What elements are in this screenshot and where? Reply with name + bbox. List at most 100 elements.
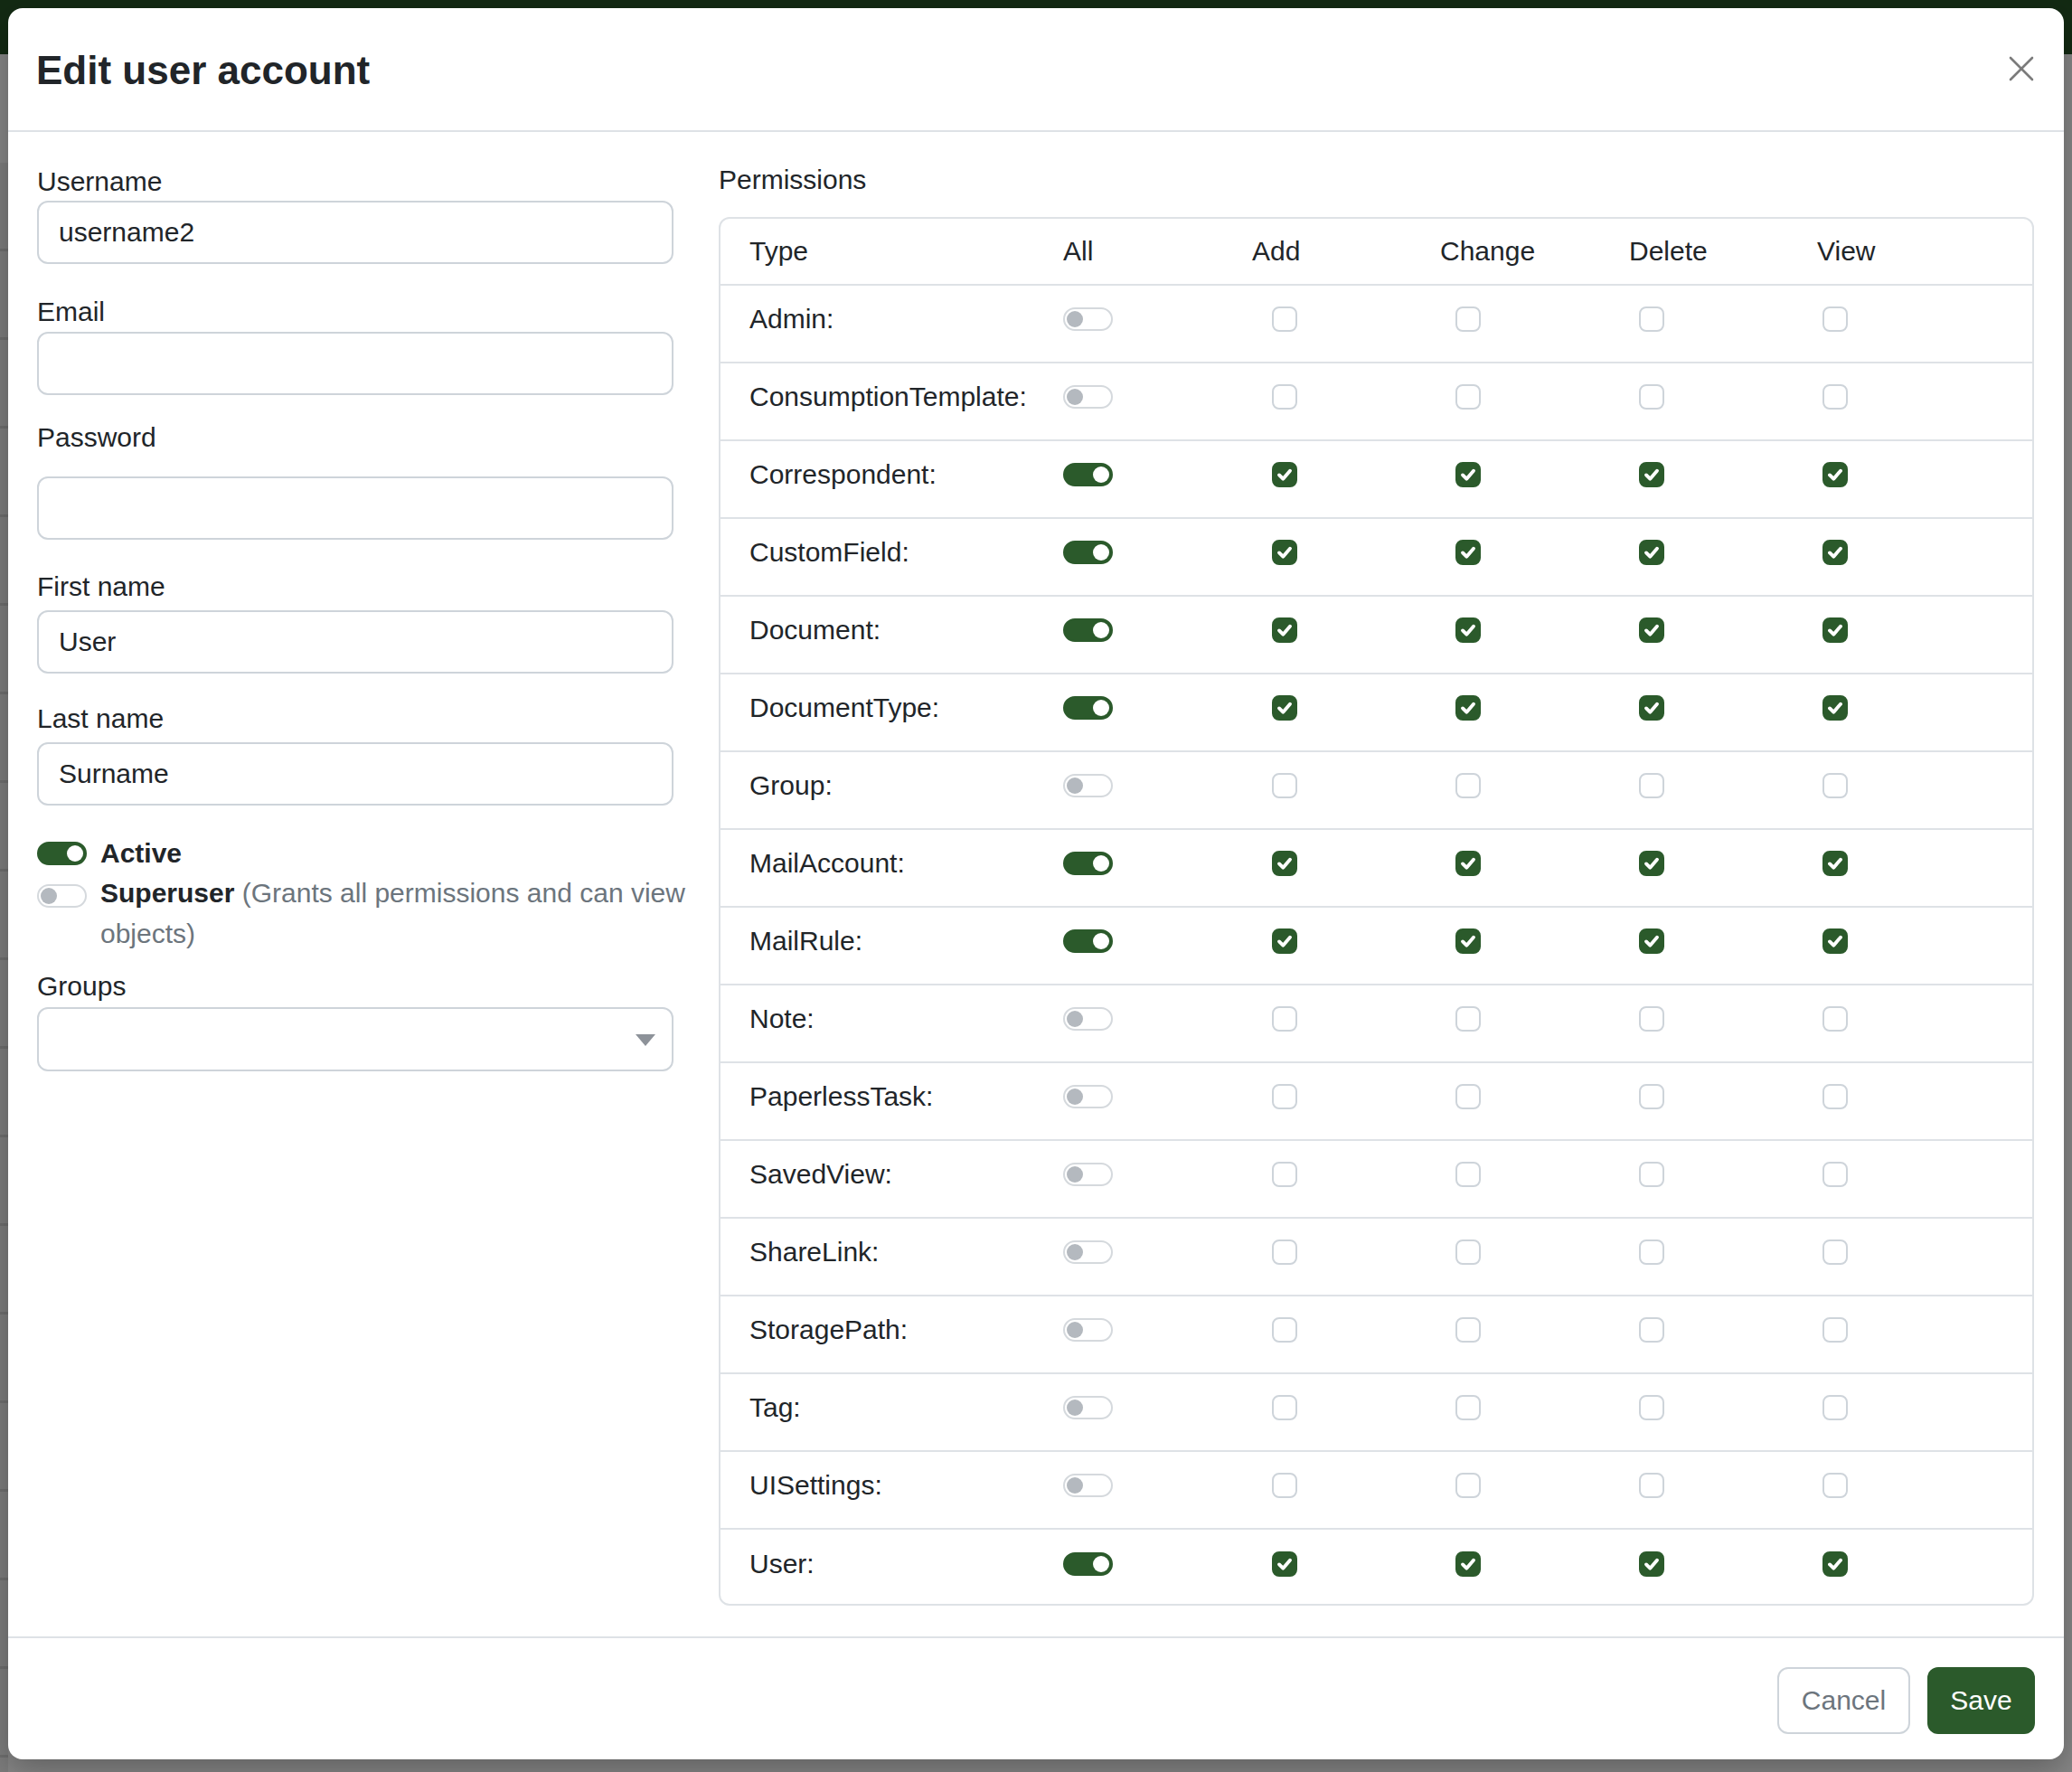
active-toggle[interactable] — [37, 842, 87, 865]
permission-correspondent-change-checkbox[interactable] — [1455, 462, 1481, 487]
permission-admin-change-checkbox[interactable] — [1455, 306, 1481, 332]
permission-mailaccount-change-checkbox[interactable] — [1455, 851, 1481, 876]
permission-documenttype-add-checkbox[interactable] — [1272, 695, 1297, 721]
permission-tag-view-checkbox[interactable] — [1822, 1395, 1848, 1420]
permission-tag-add-checkbox[interactable] — [1272, 1395, 1297, 1420]
permission-paperlesstask-view-checkbox[interactable] — [1822, 1084, 1848, 1109]
permission-user-change-checkbox[interactable] — [1455, 1551, 1481, 1577]
permission-storagepath-view-checkbox[interactable] — [1822, 1317, 1848, 1343]
permission-admin-delete-checkbox[interactable] — [1639, 306, 1664, 332]
permission-consumptiontemplate-delete-checkbox[interactable] — [1639, 384, 1664, 410]
permission-tag-all-toggle[interactable] — [1063, 1396, 1113, 1419]
first-name-input[interactable] — [37, 610, 673, 674]
permission-savedview-all-toggle[interactable] — [1063, 1163, 1113, 1186]
permission-mailaccount-add-checkbox[interactable] — [1272, 851, 1297, 876]
permission-sharelink-delete-checkbox[interactable] — [1639, 1239, 1664, 1265]
permission-group-change-checkbox[interactable] — [1455, 773, 1481, 798]
permission-uisettings-all-toggle[interactable] — [1063, 1474, 1113, 1497]
permission-note-add-checkbox[interactable] — [1272, 1006, 1297, 1032]
save-button[interactable]: Save — [1927, 1667, 2035, 1734]
permission-mailrule-add-checkbox[interactable] — [1272, 928, 1297, 954]
permission-note-change-checkbox[interactable] — [1455, 1006, 1481, 1032]
permission-type-label: StoragePath: — [720, 1315, 1031, 1345]
permission-uisettings-delete-checkbox[interactable] — [1639, 1473, 1664, 1498]
permission-storagepath-add-checkbox[interactable] — [1272, 1317, 1297, 1343]
permission-correspondent-add-checkbox[interactable] — [1272, 462, 1297, 487]
permission-document-all-toggle[interactable] — [1063, 618, 1113, 642]
permission-storagepath-change-checkbox[interactable] — [1455, 1317, 1481, 1343]
permission-customfield-view-checkbox[interactable] — [1822, 540, 1848, 565]
groups-select[interactable] — [37, 1007, 673, 1071]
permission-storagepath-all-toggle[interactable] — [1063, 1318, 1113, 1342]
permission-uisettings-add-checkbox[interactable] — [1272, 1473, 1297, 1498]
permission-mailaccount-delete-checkbox[interactable] — [1639, 851, 1664, 876]
permission-document-add-checkbox[interactable] — [1272, 617, 1297, 643]
permission-paperlesstask-add-checkbox[interactable] — [1272, 1084, 1297, 1109]
permission-note-delete-checkbox[interactable] — [1639, 1006, 1664, 1032]
permission-consumptiontemplate-add-checkbox[interactable] — [1272, 384, 1297, 410]
permission-correspondent-all-toggle[interactable] — [1063, 463, 1113, 486]
username-input[interactable] — [37, 201, 673, 264]
permission-customfield-all-toggle[interactable] — [1063, 541, 1113, 564]
permission-group-delete-checkbox[interactable] — [1639, 773, 1664, 798]
permission-storagepath-delete-checkbox[interactable] — [1639, 1317, 1664, 1343]
permission-uisettings-change-checkbox[interactable] — [1455, 1473, 1481, 1498]
permission-documenttype-delete-checkbox[interactable] — [1639, 695, 1664, 721]
permission-admin-all-toggle[interactable] — [1063, 307, 1113, 331]
last-name-label: Last name — [37, 703, 164, 734]
permission-uisettings-view-checkbox[interactable] — [1822, 1473, 1848, 1498]
permission-admin-view-checkbox[interactable] — [1822, 306, 1848, 332]
permission-mailrule-all-toggle[interactable] — [1063, 929, 1113, 953]
permission-tag-change-checkbox[interactable] — [1455, 1395, 1481, 1420]
permission-correspondent-delete-checkbox[interactable] — [1639, 462, 1664, 487]
permission-user-delete-checkbox[interactable] — [1639, 1551, 1664, 1577]
permission-documenttype-change-checkbox[interactable] — [1455, 695, 1481, 721]
permission-savedview-view-checkbox[interactable] — [1822, 1162, 1848, 1187]
permission-savedview-add-checkbox[interactable] — [1272, 1162, 1297, 1187]
permission-user-add-checkbox[interactable] — [1272, 1551, 1297, 1577]
cancel-button[interactable]: Cancel — [1777, 1667, 1910, 1734]
permission-document-delete-checkbox[interactable] — [1639, 617, 1664, 643]
permission-document-change-checkbox[interactable] — [1455, 617, 1481, 643]
permission-mailrule-delete-checkbox[interactable] — [1639, 928, 1664, 954]
permission-mailrule-view-checkbox[interactable] — [1822, 928, 1848, 954]
permission-customfield-add-checkbox[interactable] — [1272, 540, 1297, 565]
permission-sharelink-view-checkbox[interactable] — [1822, 1239, 1848, 1265]
permission-savedview-delete-checkbox[interactable] — [1639, 1162, 1664, 1187]
permission-paperlesstask-all-toggle[interactable] — [1063, 1085, 1113, 1108]
permission-customfield-delete-checkbox[interactable] — [1639, 540, 1664, 565]
permission-admin-add-checkbox[interactable] — [1272, 306, 1297, 332]
close-icon[interactable] — [2008, 55, 2035, 82]
email-input[interactable] — [37, 332, 673, 395]
permission-document-view-checkbox[interactable] — [1822, 617, 1848, 643]
permission-paperlesstask-delete-checkbox[interactable] — [1639, 1084, 1664, 1109]
superuser-toggle[interactable] — [37, 884, 87, 908]
password-input[interactable] — [37, 476, 673, 540]
permission-mailrule-change-checkbox[interactable] — [1455, 928, 1481, 954]
permission-mailaccount-view-checkbox[interactable] — [1822, 851, 1848, 876]
permission-group-add-checkbox[interactable] — [1272, 773, 1297, 798]
permission-group-all-toggle[interactable] — [1063, 774, 1113, 797]
permission-documenttype-view-checkbox[interactable] — [1822, 695, 1848, 721]
permission-user-view-checkbox[interactable] — [1822, 1551, 1848, 1577]
permission-group-view-checkbox[interactable] — [1822, 773, 1848, 798]
permission-paperlesstask-change-checkbox[interactable] — [1455, 1084, 1481, 1109]
permission-sharelink-add-checkbox[interactable] — [1272, 1239, 1297, 1265]
permission-consumptiontemplate-view-checkbox[interactable] — [1822, 384, 1848, 410]
permission-sharelink-all-toggle[interactable] — [1063, 1240, 1113, 1264]
permission-savedview-change-checkbox[interactable] — [1455, 1162, 1481, 1187]
permission-tag-delete-checkbox[interactable] — [1639, 1395, 1664, 1420]
permission-mailaccount-all-toggle[interactable] — [1063, 852, 1113, 875]
permission-consumptiontemplate-all-toggle[interactable] — [1063, 385, 1113, 409]
check-icon — [1824, 695, 1846, 721]
permission-user-all-toggle[interactable] — [1063, 1552, 1113, 1576]
permission-note-all-toggle[interactable] — [1063, 1007, 1113, 1031]
toggle-knob — [1067, 1166, 1083, 1183]
permission-consumptiontemplate-change-checkbox[interactable] — [1455, 384, 1481, 410]
permission-sharelink-change-checkbox[interactable] — [1455, 1239, 1481, 1265]
permission-note-view-checkbox[interactable] — [1822, 1006, 1848, 1032]
permission-customfield-change-checkbox[interactable] — [1455, 540, 1481, 565]
permission-correspondent-view-checkbox[interactable] — [1822, 462, 1848, 487]
last-name-input[interactable] — [37, 742, 673, 806]
permission-documenttype-all-toggle[interactable] — [1063, 696, 1113, 720]
